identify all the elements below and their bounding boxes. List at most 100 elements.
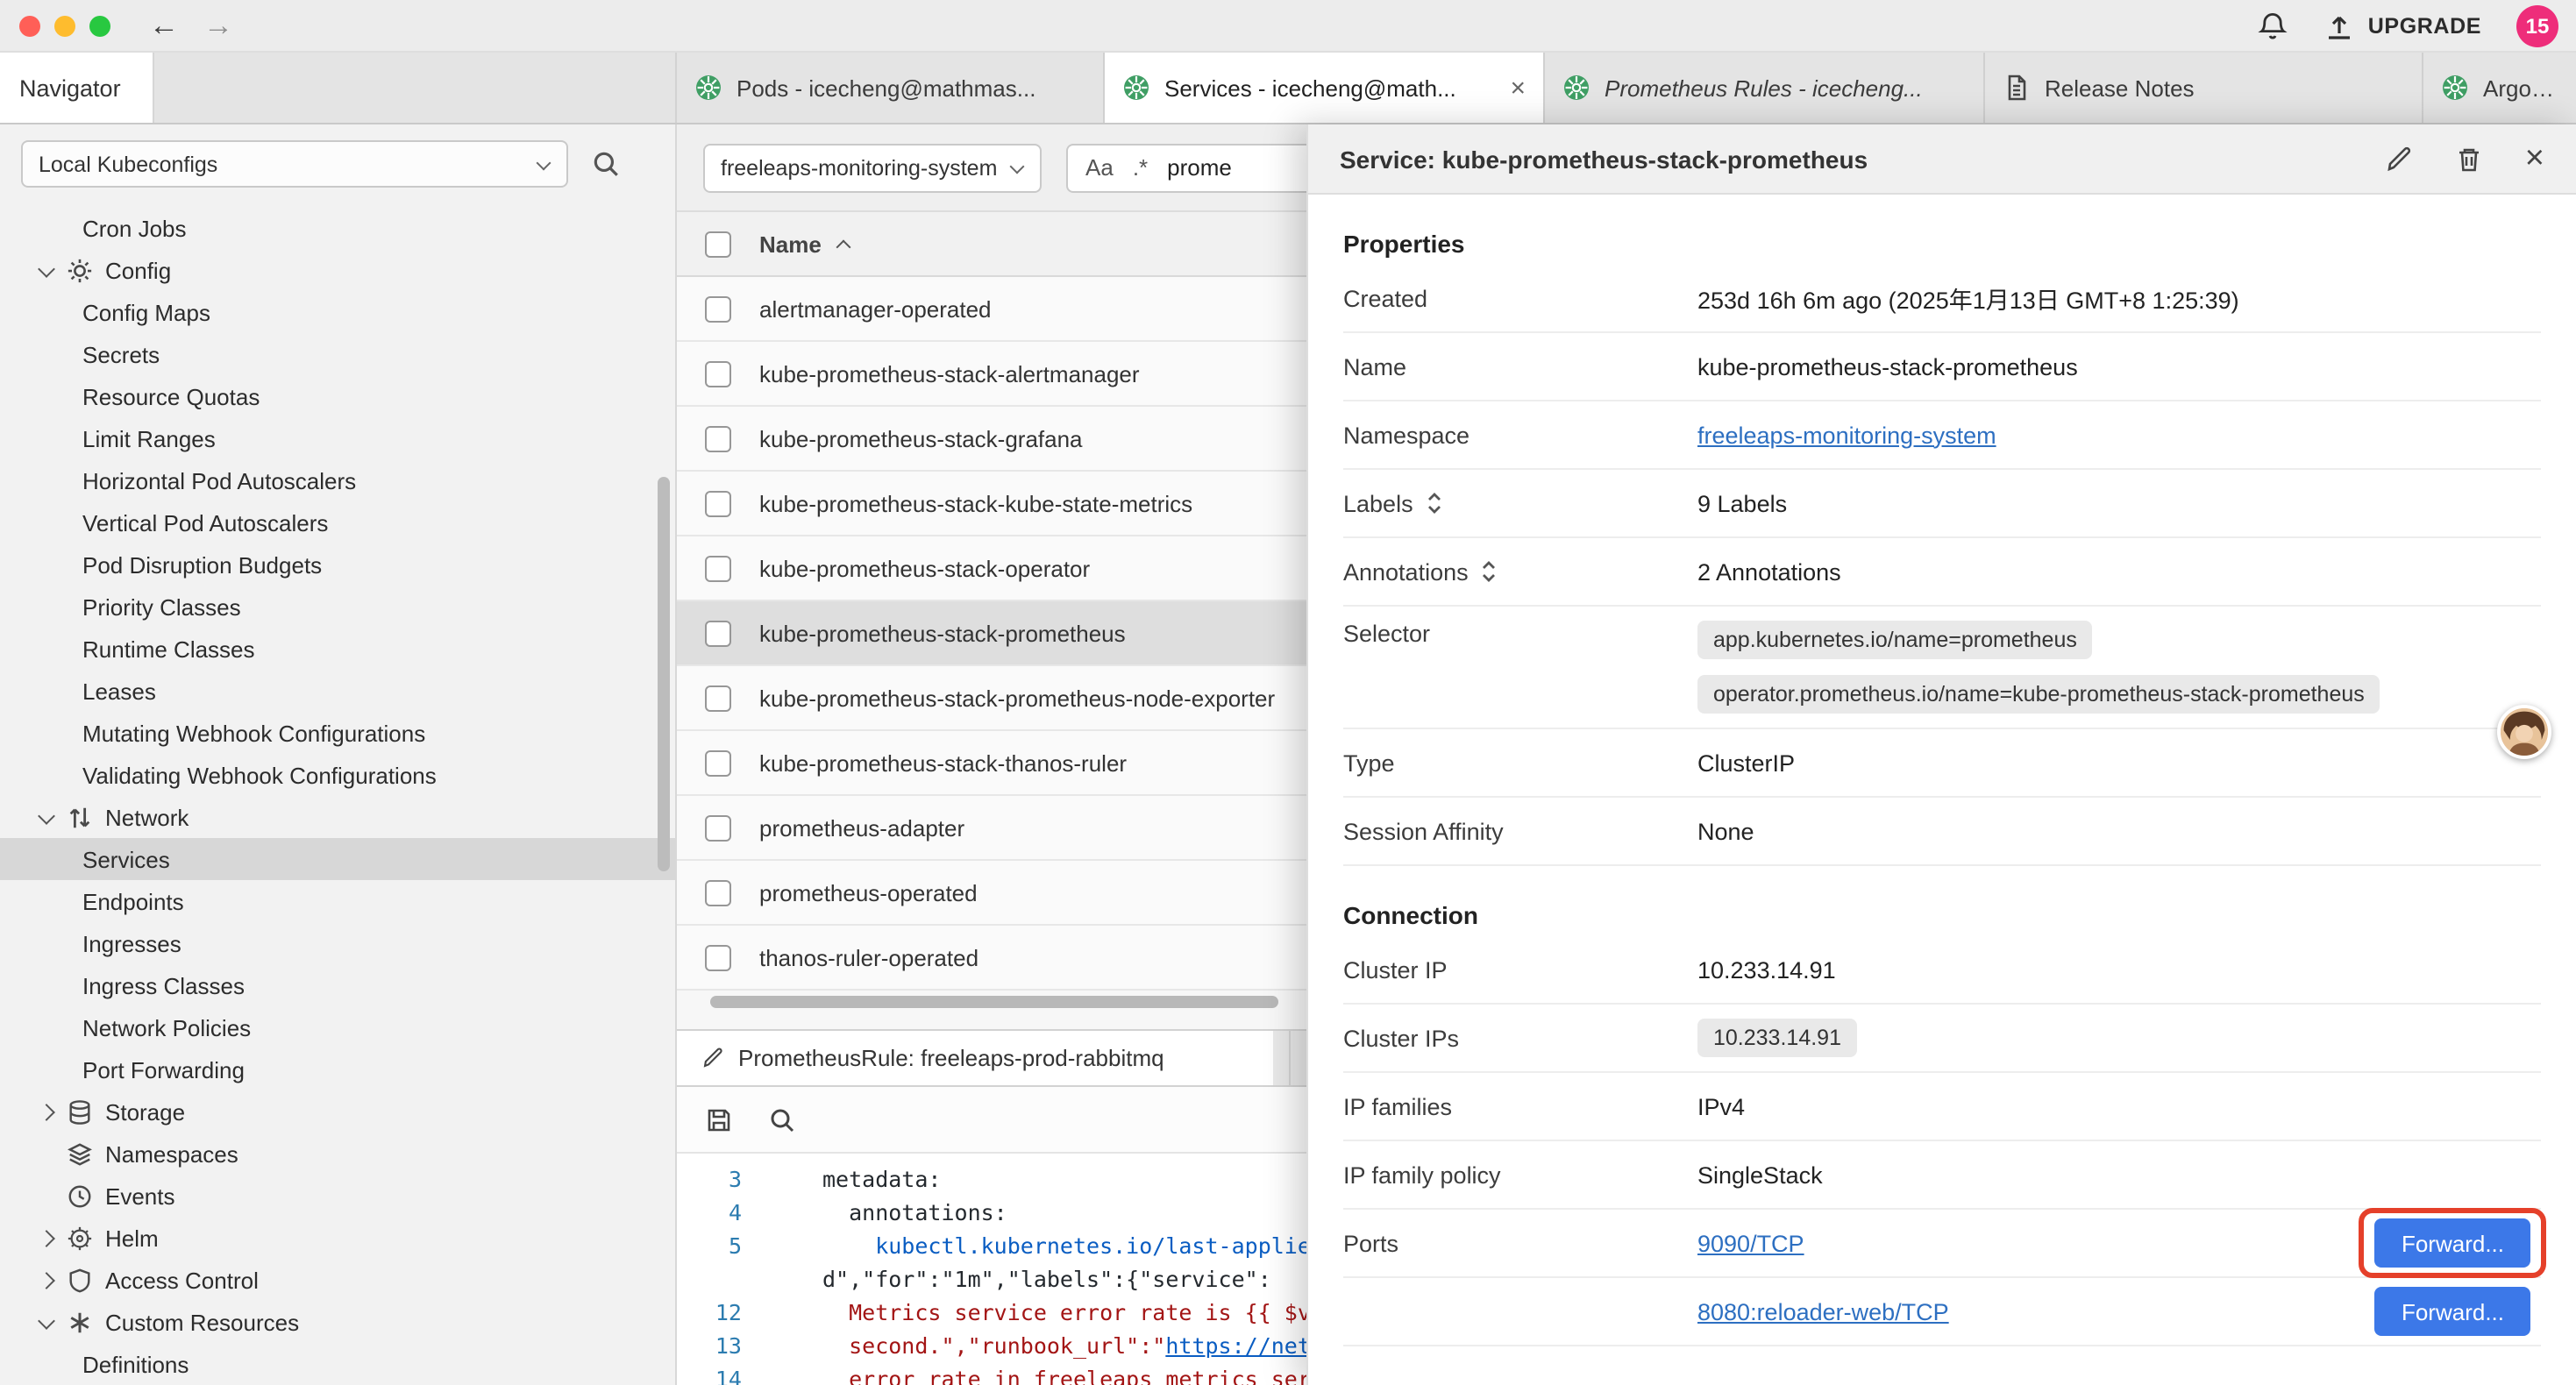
kubeconfig-selector[interactable]: Local Kubeconfigs <box>21 140 568 188</box>
sidebar-item-events[interactable]: Events <box>0 1175 675 1217</box>
sidebar-item-namespaces[interactable]: Namespaces <box>0 1133 675 1175</box>
upgrade-button[interactable]: UPGRADE <box>2324 10 2481 41</box>
row-checkbox[interactable] <box>705 425 731 451</box>
search-query-text: prome <box>1167 154 1232 181</box>
horizontal-scrollbar[interactable] <box>710 996 1278 1008</box>
sidebar-item-endpoints[interactable]: Endpoints <box>0 880 675 922</box>
sidebar-item-access-control[interactable]: Access Control <box>0 1259 675 1301</box>
sidebar-item-runtime-classes[interactable]: Runtime Classes <box>0 628 675 670</box>
tab-services[interactable]: Services - icecheng@math... × <box>1105 53 1545 123</box>
property-row-cluster-ip: Cluster IP 10.233.14.91 <box>1343 936 2541 1005</box>
maximize-window-button[interactable] <box>89 15 110 36</box>
sidebar-item-resource-quotas[interactable]: Resource Quotas <box>0 375 675 417</box>
sidebar-item-leases[interactable]: Leases <box>0 670 675 712</box>
row-checkbox[interactable] <box>705 814 731 841</box>
minimize-window-button[interactable] <box>54 15 75 36</box>
close-tab-icon[interactable]: × <box>1499 73 1526 103</box>
sidebar-item-pod-disruption-budgets[interactable]: Pod Disruption Budgets <box>0 543 675 586</box>
sidebar-item-config-maps[interactable]: Config Maps <box>0 291 675 333</box>
row-checkbox[interactable] <box>705 749 731 776</box>
expand-annotations-icon[interactable] <box>1481 559 1498 584</box>
sidebar-item-vertical-pod-autoscalers[interactable]: Vertical Pod Autoscalers <box>0 501 675 543</box>
sidebar-item-validating-webhook-configurations[interactable]: Validating Webhook Configurations <box>0 754 675 796</box>
select-all-checkbox[interactable] <box>705 231 731 257</box>
row-checkbox[interactable] <box>705 295 731 322</box>
tab-prometheus-rules[interactable]: Prometheus Rules - icecheng... <box>1545 53 1985 123</box>
port-link[interactable]: 9090/TCP <box>1697 1230 1804 1256</box>
sidebar-item-priority-classes[interactable]: Priority Classes <box>0 586 675 628</box>
save-icon[interactable] <box>705 1105 733 1133</box>
sidebar-item-helm[interactable]: Helm <box>0 1217 675 1259</box>
edit-icon[interactable] <box>2385 145 2413 173</box>
sidebar-item-config[interactable]: Config <box>0 249 675 291</box>
tab-argo[interactable]: Argo Se <box>2423 53 2576 123</box>
sidebar-item-ingresses[interactable]: Ingresses <box>0 922 675 964</box>
sidebar-item-services[interactable]: Services <box>0 838 675 880</box>
namespace-filter-select[interactable]: freeleaps-monitoring-system <box>703 143 1042 192</box>
expander-icon[interactable] <box>37 1187 61 1204</box>
back-button[interactable]: ← <box>149 11 179 40</box>
sidebar-item-ingress-classes[interactable]: Ingress Classes <box>0 964 675 1006</box>
sidebar-item-cron-jobs[interactable]: Cron Jobs <box>0 207 675 249</box>
property-row-ip-family-policy: IP family policy SingleStack <box>1343 1141 2541 1210</box>
row-checkbox[interactable] <box>705 360 731 387</box>
sidebar-scrollbar[interactable] <box>658 477 670 871</box>
row-name: kube-prometheus-stack-grafana <box>759 425 1083 451</box>
kubernetes-icon <box>2441 74 2469 102</box>
user-avatar[interactable] <box>2497 705 2551 759</box>
line-code: d","for":"1m","labels":{"service": <box>756 1262 1271 1296</box>
search-icon[interactable] <box>591 149 621 179</box>
row-checkbox[interactable] <box>705 879 731 906</box>
delete-icon[interactable] <box>2455 145 2483 173</box>
expander-icon[interactable] <box>37 1271 61 1289</box>
sidebar-item-label: Network <box>105 804 189 830</box>
tab-pods[interactable]: Pods - icecheng@mathmas... <box>677 53 1105 123</box>
sidebar-item-storage[interactable]: Storage <box>0 1090 675 1133</box>
dock-tab-prometheusrule[interactable]: PrometheusRule: freeleaps-prod-rabbitmq <box>677 1031 1273 1085</box>
sidebar-item-network[interactable]: Network <box>0 796 675 838</box>
expander-icon[interactable] <box>37 1229 61 1246</box>
match-case-toggle[interactable]: Aa <box>1085 154 1114 181</box>
sidebar-item-label: Endpoints <box>82 888 184 914</box>
sidebar-item-horizontal-pod-autoscalers[interactable]: Horizontal Pod Autoscalers <box>0 459 675 501</box>
port-link[interactable]: 8080:reloader-web/TCP <box>1697 1298 1949 1325</box>
sidebar-item-mutating-webhook-configurations[interactable]: Mutating Webhook Configurations <box>0 712 675 754</box>
sidebar-item-port-forwarding[interactable]: Port Forwarding <box>0 1048 675 1090</box>
window-titlebar: ← → UPGRADE 15 <box>0 0 2576 53</box>
row-checkbox[interactable] <box>705 944 731 970</box>
close-window-button[interactable] <box>19 15 40 36</box>
row-checkbox[interactable] <box>705 490 731 516</box>
sidebar-item-network-policies[interactable]: Network Policies <box>0 1006 675 1048</box>
close-icon[interactable]: × <box>2525 142 2544 175</box>
row-checkbox[interactable] <box>705 555 731 581</box>
editor-search-icon[interactable] <box>768 1105 796 1133</box>
sidebar-item-limit-ranges[interactable]: Limit Ranges <box>0 417 675 459</box>
sidebar-item-custom-resources[interactable]: Custom Resources <box>0 1301 675 1343</box>
forward-button-nav[interactable]: → <box>203 11 233 40</box>
sidebar-item-label: Storage <box>105 1098 185 1125</box>
expander-icon[interactable] <box>37 261 61 279</box>
notification-badge[interactable]: 15 <box>2516 4 2558 46</box>
property-row-type: Type ClusterIP <box>1343 729 2541 798</box>
expander-icon[interactable] <box>37 1145 61 1162</box>
row-checkbox[interactable] <box>705 620 731 646</box>
sidebar-item-label: Pod Disruption Budgets <box>82 551 322 578</box>
expander-icon[interactable] <box>37 1313 61 1331</box>
expand-labels-icon[interactable] <box>1426 491 1443 515</box>
regex-toggle[interactable]: .* <box>1133 154 1148 181</box>
expander-icon[interactable] <box>37 1103 61 1120</box>
sidebar-item-definitions[interactable]: Definitions <box>0 1343 675 1385</box>
bell-icon[interactable] <box>2258 10 2289 41</box>
name-column-header[interactable]: Name <box>759 231 851 257</box>
sidebar-item-secrets[interactable]: Secrets <box>0 333 675 375</box>
navigator-tab[interactable]: Navigator <box>0 53 154 123</box>
forward-button[interactable]: Forward... <box>2375 1218 2530 1268</box>
namespace-link[interactable]: freeleaps-monitoring-system <box>1697 422 1996 448</box>
sidebar-item-label: Secrets <box>82 341 160 367</box>
sidebar-item-label: Services <box>82 846 170 872</box>
forward-button[interactable]: Forward... <box>2375 1287 2530 1336</box>
expander-icon[interactable] <box>37 808 61 826</box>
tab-release-notes[interactable]: Release Notes <box>1985 53 2423 123</box>
row-checkbox[interactable] <box>705 685 731 711</box>
sidebar-item-label: Port Forwarding <box>82 1056 245 1083</box>
